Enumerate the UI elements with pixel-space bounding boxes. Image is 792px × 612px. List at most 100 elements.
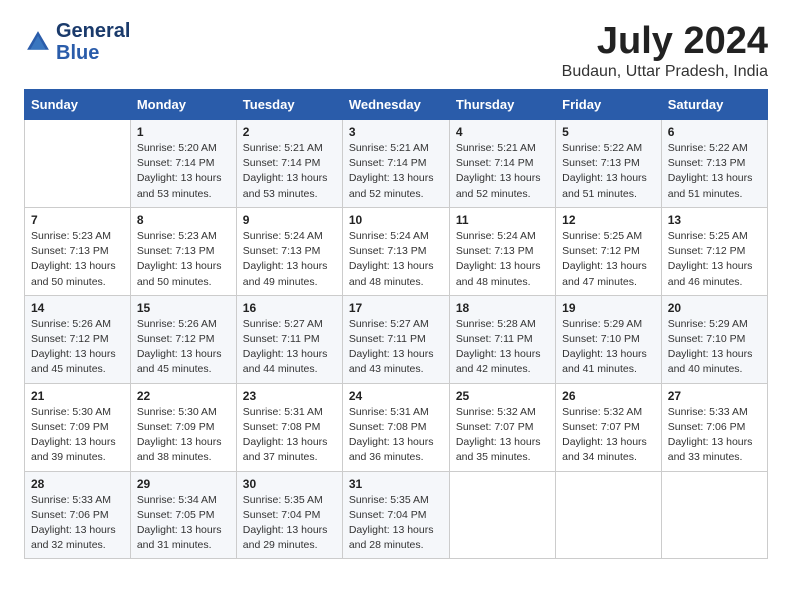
month-title: July 2024	[562, 20, 768, 63]
day-detail: Sunrise: 5:21 AMSunset: 7:14 PMDaylight:…	[243, 141, 336, 202]
day-number: 9	[243, 213, 336, 227]
day-number: 25	[456, 389, 549, 403]
day-number: 28	[31, 477, 124, 491]
day-cell: 6 Sunrise: 5:22 AMSunset: 7:13 PMDaylight…	[661, 120, 767, 208]
day-number: 27	[668, 389, 761, 403]
day-detail: Sunrise: 5:23 AMSunset: 7:13 PMDaylight:…	[31, 229, 124, 290]
day-detail: Sunrise: 5:25 AMSunset: 7:12 PMDaylight:…	[562, 229, 655, 290]
day-detail: Sunrise: 5:21 AMSunset: 7:14 PMDaylight:…	[456, 141, 549, 202]
day-number: 22	[137, 389, 230, 403]
day-cell: 11Sunrise: 5:24 AMSunset: 7:13 PMDayligh…	[449, 207, 555, 295]
day-number: 31	[349, 477, 443, 491]
day-detail: Sunrise: 5:22 AMSunset: 7:13 PMDaylight:…	[668, 141, 761, 202]
day-number: 19	[562, 301, 655, 315]
day-detail: Sunrise: 5:33 AMSunset: 7:06 PMDaylight:…	[668, 405, 761, 466]
day-cell: 13Sunrise: 5:25 AMSunset: 7:12 PMDayligh…	[661, 207, 767, 295]
day-number: 30	[243, 477, 336, 491]
day-detail: Sunrise: 5:29 AMSunset: 7:10 PMDaylight:…	[562, 317, 655, 378]
day-cell: 19 Sunrise: 5:29 AMSunset: 7:10 PMDayligh…	[556, 295, 662, 383]
day-detail: Sunrise: 5:22 AMSunset: 7:13 PMDaylight:…	[562, 141, 655, 202]
day-cell: 31 Sunrise: 5:35 AMSunset: 7:04 PMDayligh…	[342, 471, 449, 559]
day-cell: 26 Sunrise: 5:32 AMSunset: 7:07 PMDayligh…	[556, 383, 662, 471]
day-cell: 9 Sunrise: 5:24 AMSunset: 7:13 PMDaylight…	[236, 207, 342, 295]
day-cell: 17 Sunrise: 5:27 AMSunset: 7:11 PMDayligh…	[342, 295, 449, 383]
day-detail: Sunrise: 5:28 AMSunset: 7:11 PMDaylight:…	[456, 317, 549, 378]
day-cell: 14 Sunrise: 5:26 AMSunset: 7:12 PMDayligh…	[25, 295, 131, 383]
title-area: July 2024 Budaun, Uttar Pradesh, India	[562, 20, 768, 81]
col-header-wednesday: Wednesday	[342, 90, 449, 120]
day-detail: Sunrise: 5:25 AMSunset: 7:12 PMDaylight:…	[668, 229, 761, 290]
logo: General Blue	[24, 20, 130, 64]
day-number: 29	[137, 477, 230, 491]
day-cell: 2 Sunrise: 5:21 AMSunset: 7:14 PMDaylight…	[236, 120, 342, 208]
day-cell: 16 Sunrise: 5:27 AMSunset: 7:11 PMDayligh…	[236, 295, 342, 383]
day-number: 16	[243, 301, 336, 315]
day-detail: Sunrise: 5:32 AMSunset: 7:07 PMDaylight:…	[456, 405, 549, 466]
day-detail: Sunrise: 5:31 AMSunset: 7:08 PMDaylight:…	[349, 405, 443, 466]
day-number: 3	[349, 125, 443, 139]
day-cell: 21Sunrise: 5:30 AMSunset: 7:09 PMDayligh…	[25, 383, 131, 471]
day-detail: Sunrise: 5:35 AMSunset: 7:04 PMDaylight:…	[243, 493, 336, 554]
day-cell	[449, 471, 555, 559]
day-detail: Sunrise: 5:31 AMSunset: 7:08 PMDaylight:…	[243, 405, 336, 466]
day-number: 8	[137, 213, 230, 227]
day-number: 7	[31, 213, 124, 227]
day-cell: 10 Sunrise: 5:24 AMSunset: 7:13 PMDayligh…	[342, 207, 449, 295]
col-header-thursday: Thursday	[449, 90, 555, 120]
day-detail: Sunrise: 5:35 AMSunset: 7:04 PMDaylight:…	[349, 493, 443, 554]
day-number: 20	[668, 301, 761, 315]
day-cell: 5Sunrise: 5:22 AMSunset: 7:13 PMDaylight…	[556, 120, 662, 208]
day-detail: Sunrise: 5:27 AMSunset: 7:11 PMDaylight:…	[243, 317, 336, 378]
day-number: 21	[31, 389, 124, 403]
col-header-monday: Monday	[130, 90, 236, 120]
day-number: 11	[456, 213, 549, 227]
day-cell: 3 Sunrise: 5:21 AMSunset: 7:14 PMDaylight…	[342, 120, 449, 208]
day-detail: Sunrise: 5:27 AMSunset: 7:11 PMDaylight:…	[349, 317, 443, 378]
logo-line1: General	[56, 20, 130, 42]
day-cell: 25 Sunrise: 5:32 AMSunset: 7:07 PMDayligh…	[449, 383, 555, 471]
week-row-1: 1Sunrise: 5:20 AMSunset: 7:14 PMDaylight…	[25, 120, 768, 208]
day-number: 6	[668, 125, 761, 139]
day-detail: Sunrise: 5:26 AMSunset: 7:12 PMDaylight:…	[137, 317, 230, 378]
day-detail: Sunrise: 5:23 AMSunset: 7:13 PMDaylight:…	[137, 229, 230, 290]
day-detail: Sunrise: 5:21 AMSunset: 7:14 PMDaylight:…	[349, 141, 443, 202]
col-header-friday: Friday	[556, 90, 662, 120]
day-detail: Sunrise: 5:29 AMSunset: 7:10 PMDaylight:…	[668, 317, 761, 378]
day-cell: 12Sunrise: 5:25 AMSunset: 7:12 PMDayligh…	[556, 207, 662, 295]
day-cell	[661, 471, 767, 559]
day-cell: 30 Sunrise: 5:35 AMSunset: 7:04 PMDayligh…	[236, 471, 342, 559]
day-detail: Sunrise: 5:34 AMSunset: 7:05 PMDaylight:…	[137, 493, 230, 554]
day-detail: Sunrise: 5:32 AMSunset: 7:07 PMDaylight:…	[562, 405, 655, 466]
day-cell: 28Sunrise: 5:33 AMSunset: 7:06 PMDayligh…	[25, 471, 131, 559]
day-number: 26	[562, 389, 655, 403]
day-cell: 1Sunrise: 5:20 AMSunset: 7:14 PMDaylight…	[130, 120, 236, 208]
logo-line2: Blue	[56, 42, 130, 64]
logo-icon	[24, 28, 52, 56]
day-cell: 24 Sunrise: 5:31 AMSunset: 7:08 PMDayligh…	[342, 383, 449, 471]
day-detail: Sunrise: 5:24 AMSunset: 7:13 PMDaylight:…	[349, 229, 443, 290]
day-number: 1	[137, 125, 230, 139]
day-cell: 20 Sunrise: 5:29 AMSunset: 7:10 PMDayligh…	[661, 295, 767, 383]
day-number: 2	[243, 125, 336, 139]
day-number: 23	[243, 389, 336, 403]
day-detail: Sunrise: 5:26 AMSunset: 7:12 PMDaylight:…	[31, 317, 124, 378]
day-number: 14	[31, 301, 124, 315]
header: General Blue July 2024 Budaun, Uttar Pra…	[24, 20, 768, 81]
day-number: 15	[137, 301, 230, 315]
day-cell: 8 Sunrise: 5:23 AMSunset: 7:13 PMDaylight…	[130, 207, 236, 295]
day-cell	[25, 120, 131, 208]
day-cell: 7 Sunrise: 5:23 AMSunset: 7:13 PMDaylight…	[25, 207, 131, 295]
day-number: 18	[456, 301, 549, 315]
day-cell: 18 Sunrise: 5:28 AMSunset: 7:11 PMDayligh…	[449, 295, 555, 383]
day-number: 24	[349, 389, 443, 403]
calendar-table: SundayMondayTuesdayWednesdayThursdayFrid…	[24, 89, 768, 559]
week-row-4: 21Sunrise: 5:30 AMSunset: 7:09 PMDayligh…	[25, 383, 768, 471]
col-header-tuesday: Tuesday	[236, 90, 342, 120]
header-row: SundayMondayTuesdayWednesdayThursdayFrid…	[25, 90, 768, 120]
col-header-saturday: Saturday	[661, 90, 767, 120]
location-title: Budaun, Uttar Pradesh, India	[562, 63, 768, 81]
week-row-3: 14 Sunrise: 5:26 AMSunset: 7:12 PMDayligh…	[25, 295, 768, 383]
day-detail: Sunrise: 5:24 AMSunset: 7:13 PMDaylight:…	[243, 229, 336, 290]
day-number: 17	[349, 301, 443, 315]
day-number: 10	[349, 213, 443, 227]
